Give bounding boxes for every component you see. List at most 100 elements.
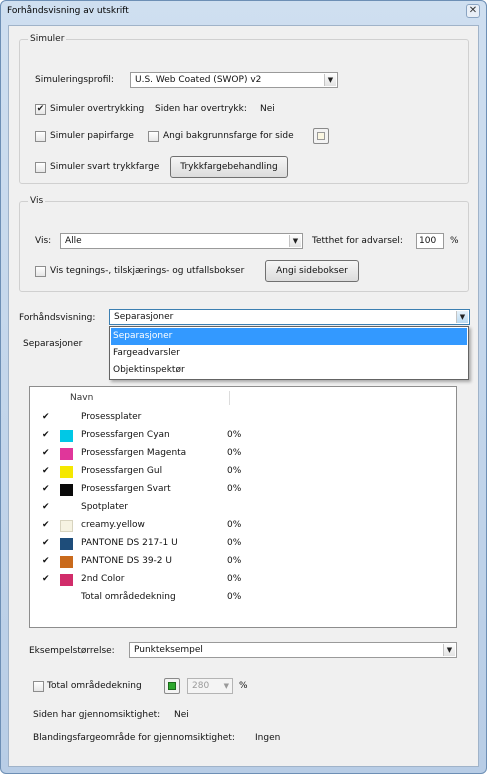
bg-color-swatch	[317, 132, 325, 140]
dialog-client-area: Simuler Simuleringsprofil: U.S. Web Coat…	[8, 25, 479, 767]
preview-option-separations[interactable]: Separasjoner	[111, 328, 467, 345]
separation-coverage: 0%	[227, 556, 242, 566]
preview-select[interactable]: Separasjoner ▼	[109, 309, 470, 325]
separation-row[interactable]: Total områdedekning 0%	[30, 589, 456, 607]
page-has-overprint-value: Nei	[260, 104, 275, 114]
close-button[interactable]: ✕	[466, 4, 480, 18]
separation-name: Prosessfargen Gul	[81, 466, 163, 476]
page-has-overprint-label: Siden har overtrykk:	[155, 104, 247, 114]
sample-size-label: Eksempelstørrelse:	[29, 646, 115, 656]
column-header-name[interactable]: Navn	[70, 391, 230, 405]
total-coverage-color-swatch	[168, 682, 176, 690]
chevron-down-icon: ▼	[289, 235, 301, 247]
sample-size-select[interactable]: Punkteksempel ▼	[129, 642, 457, 658]
separation-checkbox[interactable]: ✔	[42, 539, 52, 549]
separation-checkbox[interactable]: ✔	[42, 413, 52, 423]
total-coverage-checkbox[interactable]	[33, 681, 44, 692]
separation-coverage: 0%	[227, 448, 242, 458]
preview-option-color-warnings[interactable]: Fargeadvarsler	[111, 345, 467, 362]
separation-checkbox[interactable]: ✔	[42, 467, 52, 477]
print-preview-window: Forhåndsvisning av utskrift ✕ Simuler Si…	[0, 0, 487, 774]
separation-row[interactable]: ✔ Prosessplater	[30, 409, 456, 427]
separation-coverage: 0%	[227, 430, 242, 440]
separation-checkbox[interactable]: ✔	[42, 521, 52, 531]
separation-row[interactable]: ✔ 2nd Color 0%	[30, 571, 456, 589]
separation-checkbox[interactable]: ✔	[42, 449, 52, 459]
separation-row[interactable]: ✔ Prosessfargen Cyan 0%	[30, 427, 456, 445]
separation-row[interactable]: ✔ Prosessfargen Svart 0%	[30, 481, 456, 499]
simulate-paper-color-checkbox[interactable]	[35, 131, 46, 142]
separation-row[interactable]: ✔ Prosessfargen Magenta 0%	[30, 445, 456, 463]
total-coverage-spinner[interactable]: 280 ▼	[187, 678, 233, 694]
separation-color-swatch	[60, 574, 73, 586]
density-warning-label: Tetthet for advarsel:	[312, 236, 403, 246]
separation-name: Total områdedekning	[81, 592, 176, 602]
transparency-value: Nei	[174, 710, 189, 720]
set-page-boxes-button[interactable]: Angi sidebokser	[265, 260, 359, 282]
separation-coverage: 0%	[227, 574, 242, 584]
total-coverage-color-button[interactable]	[164, 678, 180, 694]
preview-dropdown-list: Separasjoner Fargeadvarsler Objektinspek…	[109, 326, 469, 380]
simulation-profile-select[interactable]: U.S. Web Coated (SWOP) v2 ▼	[130, 72, 338, 88]
separation-color-swatch	[60, 484, 73, 496]
separation-row[interactable]: ✔ creamy.yellow 0%	[30, 517, 456, 535]
show-boxes-label: Vis tegnings-, tilskjærings- og utfallsb…	[50, 266, 245, 276]
show-select[interactable]: Alle ▼	[60, 233, 303, 249]
separation-coverage: 0%	[227, 466, 242, 476]
separation-name: Prosessplater	[81, 412, 142, 422]
bg-color-checkbox[interactable]	[148, 131, 159, 142]
separation-name: Prosessfargen Cyan	[81, 430, 170, 440]
title-bar[interactable]: Forhåndsvisning av utskrift	[1, 1, 486, 23]
separation-name: Prosessfargen Magenta	[81, 448, 187, 458]
separation-checkbox[interactable]: ✔	[42, 503, 52, 513]
blend-space-label: Blandingsfargeområde for gjennomsiktighe…	[33, 733, 235, 743]
separation-name: PANTONE DS 39-2 U	[81, 556, 172, 566]
ink-manager-button[interactable]: Trykkfargebehandling	[170, 156, 288, 178]
preview-value: Separasjoner	[114, 312, 174, 322]
density-warning-input[interactable]: 100	[416, 233, 444, 249]
chevron-down-icon: ▼	[324, 74, 336, 86]
separation-name: creamy.yellow	[81, 520, 145, 530]
bg-color-label: Angi bakgrunnsfarge for side	[163, 131, 294, 141]
separation-color-swatch	[60, 520, 73, 532]
separation-coverage: 0%	[227, 538, 242, 548]
separation-color-swatch	[60, 556, 73, 568]
separation-name: Prosessfargen Svart	[81, 484, 171, 494]
separation-checkbox[interactable]: ✔	[42, 575, 52, 585]
separation-coverage: 0%	[227, 520, 242, 530]
separation-row[interactable]: ✔ PANTONE DS 217-1 U 0%	[30, 535, 456, 553]
separation-row[interactable]: ✔ Spotplater	[30, 499, 456, 517]
simulation-profile-value: U.S. Web Coated (SWOP) v2	[135, 75, 262, 85]
simulation-profile-label: Simuleringsprofil:	[35, 75, 114, 85]
separation-name: Spotplater	[81, 502, 128, 512]
preview-option-object-inspector[interactable]: Objektinspektør	[111, 362, 467, 379]
chevron-down-icon: ▼	[456, 311, 468, 323]
separation-name: PANTONE DS 217-1 U	[81, 538, 178, 548]
separation-checkbox[interactable]: ✔	[42, 557, 52, 567]
separation-color-swatch	[60, 430, 73, 442]
separation-row[interactable]: ✔ PANTONE DS 39-2 U 0%	[30, 553, 456, 571]
separation-coverage: 0%	[227, 592, 242, 602]
separation-checkbox[interactable]: ✔	[42, 485, 52, 495]
show-boxes-checkbox[interactable]	[35, 266, 46, 277]
simulate-group: Simuler Simuleringsprofil: U.S. Web Coat…	[19, 34, 469, 184]
simulate-paper-color-label: Simuler papirfarge	[50, 131, 134, 141]
chevron-down-icon: ▼	[223, 682, 229, 690]
total-coverage-value: 280	[192, 681, 210, 691]
separation-row[interactable]: ✔ Prosessfargen Gul 0%	[30, 463, 456, 481]
density-unit: %	[450, 236, 459, 246]
separation-color-swatch	[60, 538, 73, 550]
separations-list[interactable]: Navn ✔ Prosessplater ✔ Prosessfargen Cyan 0%…	[29, 386, 457, 628]
simulate-black-ink-checkbox[interactable]	[35, 162, 46, 173]
separations-section-title: Separasjoner	[23, 339, 83, 349]
separation-coverage: 0%	[227, 484, 242, 494]
show-group: Vis Vis: Alle ▼ Tetthet for advarsel: 10…	[19, 196, 469, 292]
simulate-overprint-checkbox[interactable]: ✔	[35, 104, 46, 115]
show-group-title: Vis	[28, 196, 46, 206]
bg-color-swatch-button[interactable]	[313, 128, 329, 144]
separation-checkbox[interactable]: ✔	[42, 431, 52, 441]
total-coverage-unit: %	[239, 681, 248, 691]
show-label: Vis:	[35, 236, 52, 246]
separation-name: 2nd Color	[81, 574, 125, 584]
simulate-group-title: Simuler	[28, 34, 67, 44]
